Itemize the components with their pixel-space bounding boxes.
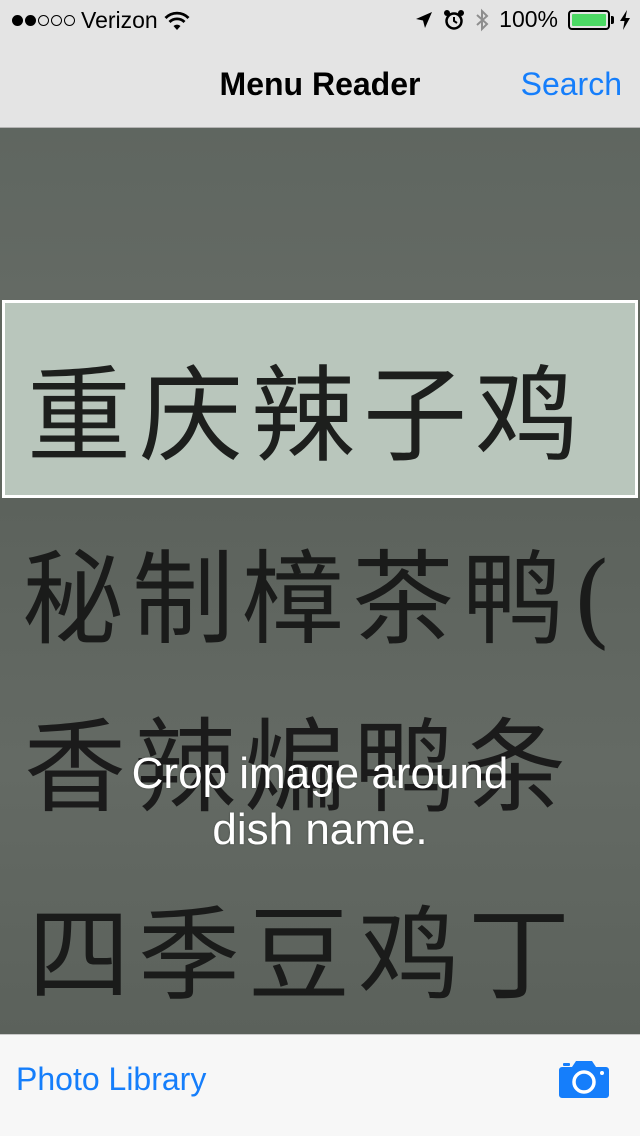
signal-dot <box>38 15 49 26</box>
bluetooth-icon <box>476 8 489 31</box>
battery-percent: 100% <box>499 6 558 32</box>
wifi-icon <box>164 11 190 30</box>
cropped-dish-name: 重庆辣子鸡 <box>27 355 588 477</box>
search-button[interactable]: Search <box>521 66 622 103</box>
status-left: Verizon <box>12 7 190 34</box>
battery-nub <box>611 15 614 24</box>
signal-dot <box>64 15 75 26</box>
instruction-line-2: dish name. <box>212 805 428 854</box>
instruction-overlay: Crop image around dish name. <box>0 746 640 858</box>
charging-bolt-icon <box>620 9 630 30</box>
status-bar: Verizon 100% <box>0 0 640 40</box>
navigation-bar: Menu Reader Search <box>0 40 640 128</box>
menu-photo[interactable]: 重庆辣子鸡 秘制樟茶鸭( 香辣煸鸭条 四季豆鸡丁 Crop image arou… <box>0 128 640 1034</box>
crop-selection-box[interactable]: 重庆辣子鸡 <box>2 300 638 498</box>
signal-dot <box>51 15 62 26</box>
menu-line: 四季豆鸡丁 <box>28 897 578 1016</box>
location-arrow-icon <box>416 11 433 28</box>
battery-icon <box>568 9 614 30</box>
battery-level <box>572 13 606 26</box>
carrier-name: Verizon <box>81 7 158 33</box>
status-right: 100% <box>415 6 630 33</box>
photo-library-button[interactable]: Photo Library <box>16 1061 206 1098</box>
camera-icon[interactable] <box>558 1057 610 1099</box>
signal-dot <box>12 15 23 26</box>
photo-top-region <box>0 128 640 300</box>
bottom-toolbar: Photo Library <box>0 1034 640 1136</box>
menu-line: 秘制樟茶鸭( <box>22 541 620 660</box>
signal-strength-icon <box>12 15 75 26</box>
alarm-clock-icon <box>444 9 465 30</box>
instruction-line-1: Crop image around <box>131 749 509 798</box>
signal-dot <box>25 15 36 26</box>
